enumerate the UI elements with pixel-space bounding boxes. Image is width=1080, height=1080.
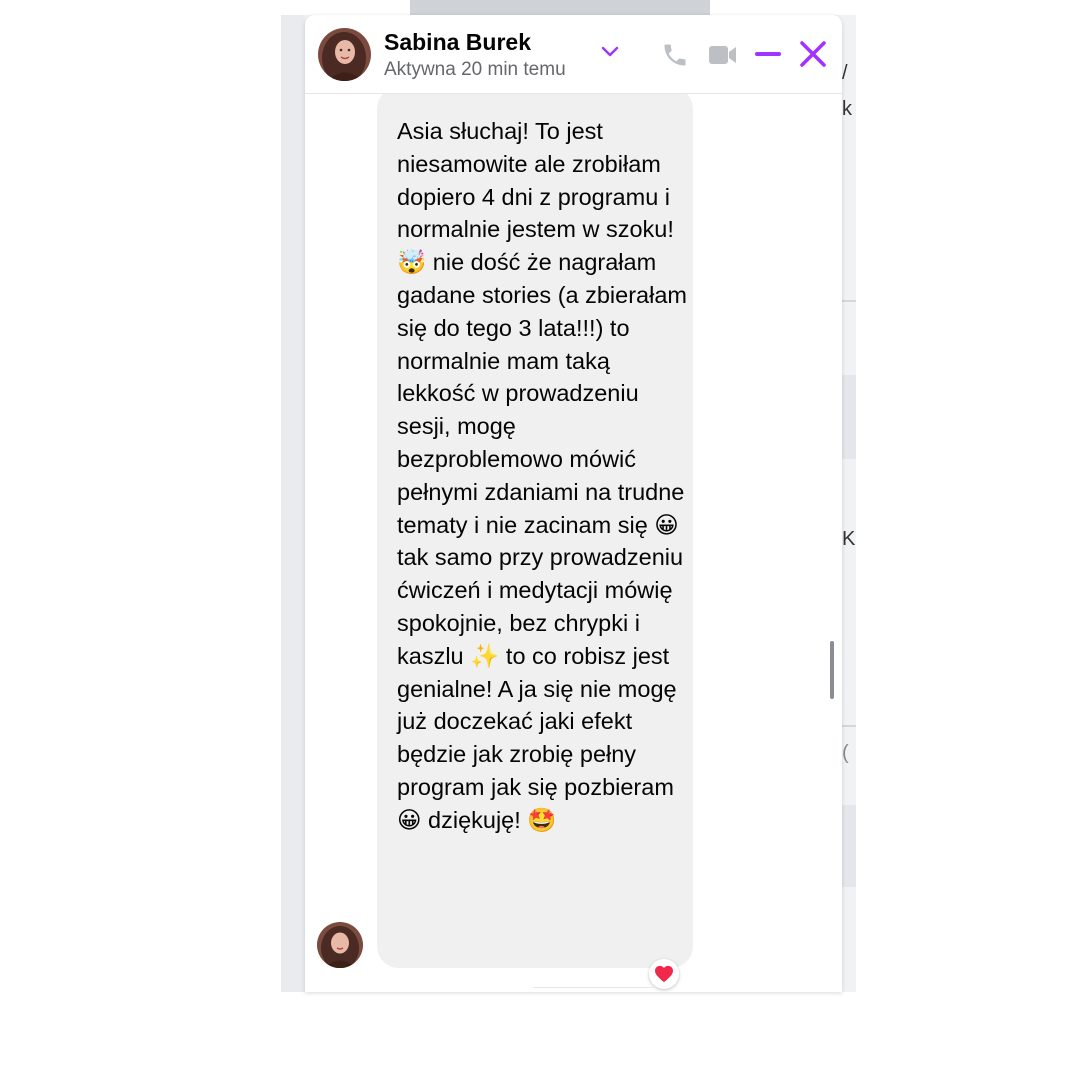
- divider: [533, 987, 653, 988]
- background-image-strip: [410, 0, 710, 15]
- background-text-fragment: (: [842, 742, 849, 764]
- chat-header: Sabina Burek Aktywna 20 min temu: [305, 15, 842, 94]
- background-text-fragment: /: [842, 62, 848, 84]
- contact-status: Aktywna 20 min temu: [384, 59, 566, 80]
- sender-avatar[interactable]: [317, 922, 363, 968]
- contact-name[interactable]: Sabina Burek: [384, 29, 531, 56]
- phone-icon[interactable]: [661, 41, 689, 74]
- heart-reaction-icon[interactable]: [649, 959, 679, 989]
- background-text-fragment: k: [842, 98, 852, 120]
- background-text-fragment: K: [842, 528, 856, 550]
- close-icon[interactable]: [799, 39, 827, 74]
- message-bubble[interactable]: Asia słuchaj! To jest niesamowite ale zr…: [377, 87, 693, 968]
- video-camera-icon[interactable]: [708, 43, 738, 72]
- scrollbar-thumb[interactable]: [830, 641, 834, 699]
- message-text: Asia słuchaj! To jest niesamowite ale zr…: [397, 118, 687, 833]
- chevron-down-icon[interactable]: [601, 45, 619, 63]
- contact-avatar[interactable]: [318, 28, 371, 81]
- chat-window: Sabina Burek Aktywna 20 min temu Asia sł…: [305, 15, 842, 992]
- minimize-icon[interactable]: [754, 39, 782, 74]
